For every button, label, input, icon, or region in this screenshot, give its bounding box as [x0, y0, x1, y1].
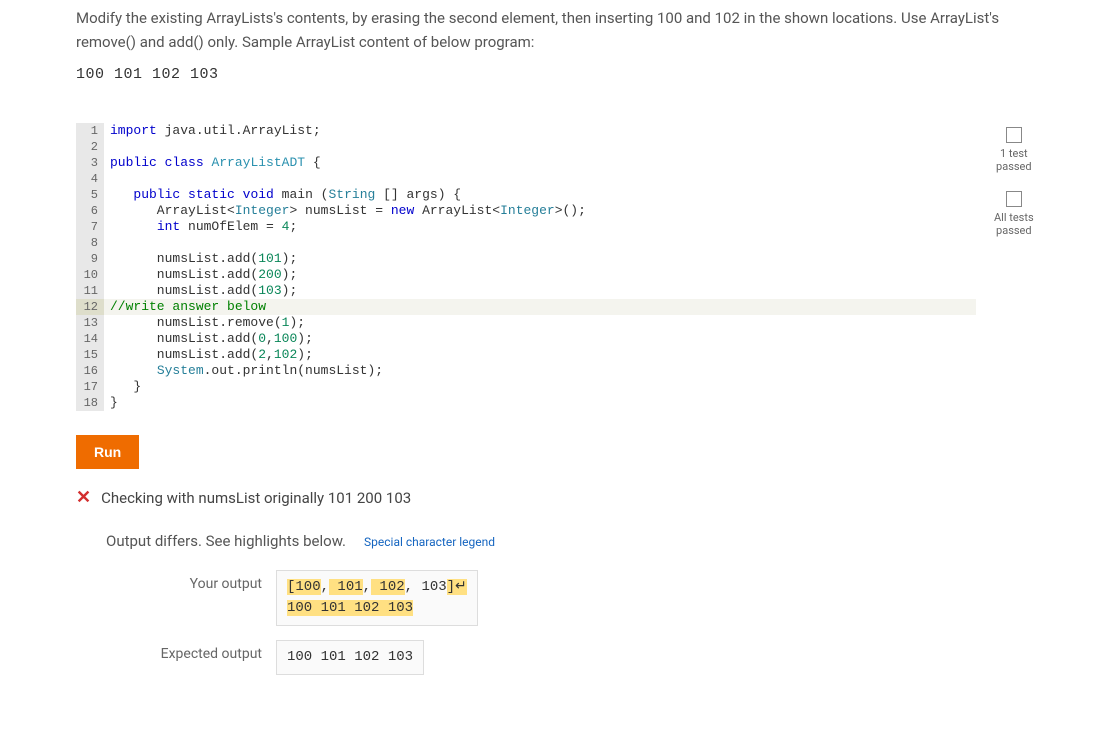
- code-text[interactable]: numsList.add(200);: [104, 267, 976, 283]
- code-text[interactable]: numsList.add(101);: [104, 251, 976, 267]
- line-number: 9: [76, 251, 104, 267]
- code-line[interactable]: 14 numsList.add(0,100);: [76, 331, 976, 347]
- line-number: 6: [76, 203, 104, 219]
- code-line[interactable]: 1import java.util.ArrayList;: [76, 123, 976, 139]
- code-text[interactable]: }: [104, 379, 976, 395]
- code-text[interactable]: //write answer below: [104, 299, 976, 315]
- line-number: 16: [76, 363, 104, 379]
- code-line[interactable]: 17 }: [76, 379, 976, 395]
- code-text[interactable]: public class ArrayListADT {: [104, 155, 976, 171]
- expected-output-label: Expected output: [136, 640, 276, 662]
- line-number: 12: [76, 299, 104, 315]
- one-test-status: 1 test passed: [994, 127, 1034, 173]
- code-text[interactable]: numsList.remove(1);: [104, 315, 976, 331]
- problem-instructions: Modify the existing ArrayLists's content…: [76, 6, 1022, 54]
- line-number: 11: [76, 283, 104, 299]
- all-tests-passed-label: passed: [994, 224, 1034, 237]
- diff-message: Output differs. See highlights below.: [106, 532, 346, 550]
- checkbox-icon: [1006, 191, 1022, 207]
- code-line[interactable]: 5 public static void main (String [] arg…: [76, 187, 976, 203]
- check-result-row: ✕ Checking with numsList originally 101 …: [76, 487, 1082, 508]
- sample-output: 100 101 102 103: [76, 66, 1022, 83]
- line-number: 2: [76, 139, 104, 155]
- code-text[interactable]: [104, 235, 976, 251]
- code-line[interactable]: 6 ArrayList<Integer> numsList = new Arra…: [76, 203, 976, 219]
- code-line[interactable]: 11 numsList.add(103);: [76, 283, 976, 299]
- line-number: 8: [76, 235, 104, 251]
- line-number: 15: [76, 347, 104, 363]
- code-text[interactable]: numsList.add(2,102);: [104, 347, 976, 363]
- code-line[interactable]: 16 System.out.println(numsList);: [76, 363, 976, 379]
- line-number: 17: [76, 379, 104, 395]
- code-text[interactable]: }: [104, 395, 976, 411]
- code-text[interactable]: import java.util.ArrayList;: [104, 123, 976, 139]
- special-char-legend-link[interactable]: Special character legend: [364, 535, 495, 549]
- line-number: 3: [76, 155, 104, 171]
- code-line[interactable]: 10 numsList.add(200);: [76, 267, 976, 283]
- line-number: 5: [76, 187, 104, 203]
- one-test-label: 1 test: [994, 147, 1034, 160]
- fail-x-icon: ✕: [76, 487, 91, 508]
- code-line[interactable]: 8: [76, 235, 976, 251]
- code-text[interactable]: [104, 139, 976, 155]
- code-line[interactable]: 15 numsList.add(2,102);: [76, 347, 976, 363]
- all-tests-status: All tests passed: [994, 191, 1034, 237]
- line-number: 13: [76, 315, 104, 331]
- line-number: 14: [76, 331, 104, 347]
- run-button[interactable]: Run: [76, 435, 139, 469]
- line-number: 1: [76, 123, 104, 139]
- one-test-passed-label: passed: [994, 160, 1034, 173]
- code-line[interactable]: 18}: [76, 395, 976, 411]
- code-line[interactable]: 2: [76, 139, 976, 155]
- code-line[interactable]: 3public class ArrayListADT {: [76, 155, 976, 171]
- code-text[interactable]: numsList.add(103);: [104, 283, 976, 299]
- code-line[interactable]: 4: [76, 171, 976, 187]
- your-output-label: Your output: [136, 570, 276, 592]
- your-output-box: [100, 101, 102, 103]↵100 101 102 103: [276, 570, 478, 626]
- code-text[interactable]: System.out.println(numsList);: [104, 363, 976, 379]
- line-number: 18: [76, 395, 104, 411]
- line-number: 4: [76, 171, 104, 187]
- code-text[interactable]: numsList.add(0,100);: [104, 331, 976, 347]
- code-line[interactable]: 9 numsList.add(101);: [76, 251, 976, 267]
- line-number: 10: [76, 267, 104, 283]
- check-description: Checking with numsList originally 101 20…: [101, 489, 411, 507]
- expected-output-box: 100 101 102 103: [276, 640, 424, 675]
- code-line[interactable]: 7 int numOfElem = 4;: [76, 219, 976, 235]
- checkbox-icon: [1006, 127, 1022, 143]
- code-line[interactable]: 12//write answer below: [76, 299, 976, 315]
- code-text[interactable]: int numOfElem = 4;: [104, 219, 976, 235]
- line-number: 7: [76, 219, 104, 235]
- code-text[interactable]: ArrayList<Integer> numsList = new ArrayL…: [104, 203, 976, 219]
- code-text[interactable]: public static void main (String [] args)…: [104, 187, 976, 203]
- code-editor[interactable]: 1import java.util.ArrayList;23public cla…: [76, 123, 976, 411]
- code-text[interactable]: [104, 171, 976, 187]
- test-status-column: 1 test passed All tests passed: [994, 123, 1034, 411]
- code-line[interactable]: 13 numsList.remove(1);: [76, 315, 976, 331]
- all-tests-label: All tests: [994, 211, 1034, 224]
